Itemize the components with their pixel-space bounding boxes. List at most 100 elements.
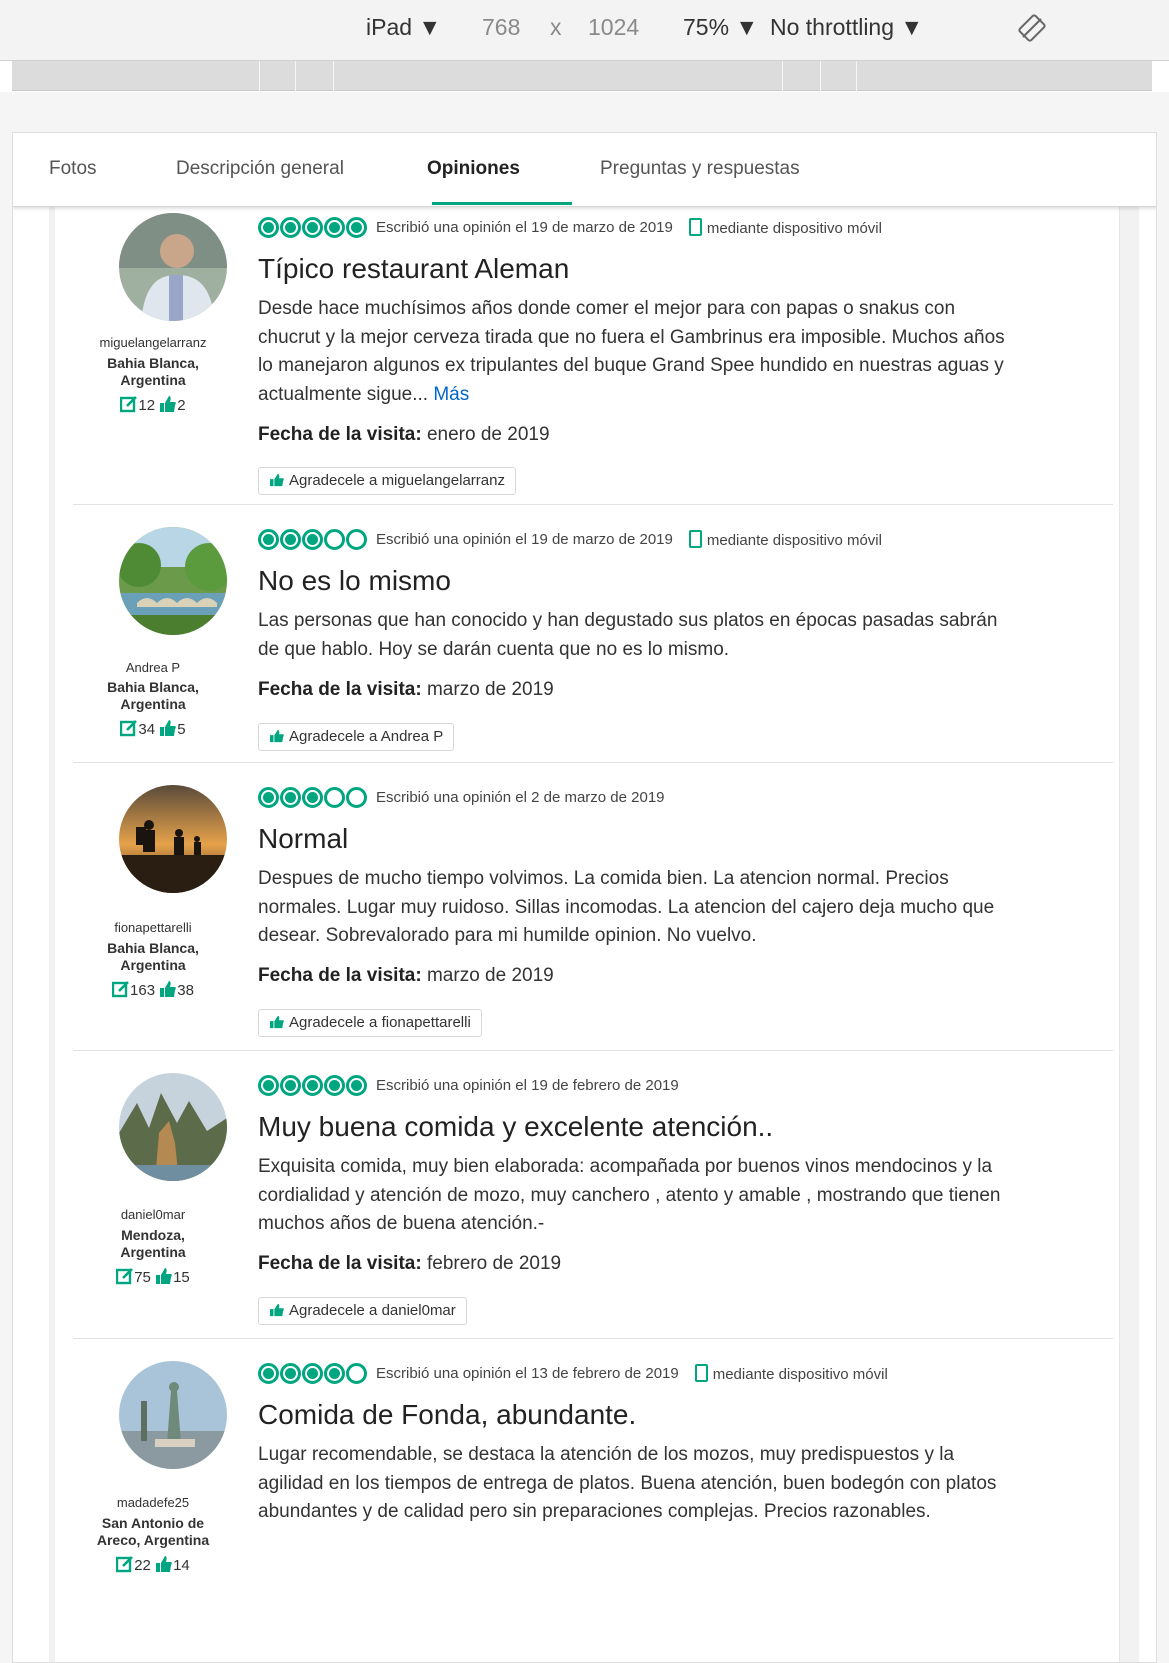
bubble-filled-icon xyxy=(258,1075,279,1096)
bubble-filled-icon xyxy=(302,1363,323,1384)
device-viewport: Fotos Descripción general Opiniones Preg… xyxy=(12,132,1157,1663)
review-title[interactable]: Muy buena comida y excelente atención.. xyxy=(258,1111,773,1143)
bubble-filled-icon xyxy=(258,1363,279,1384)
reviewer-location: Bahia Blanca, Argentina xyxy=(73,355,233,389)
visit-date: Fecha de la visita: enero de 2019 xyxy=(258,424,550,446)
reviewer-name[interactable]: madadefe25 xyxy=(73,1495,233,1510)
bubble-filled-icon xyxy=(346,1075,367,1096)
tab-opiniones[interactable]: Opiniones xyxy=(427,158,520,180)
helpful-votes-icon xyxy=(160,396,176,412)
reviewer-location-line: Bahia Blanca, xyxy=(107,355,199,371)
rating-line: Escribió una opinión el 19 de febrero de… xyxy=(258,1075,679,1101)
reviewer-name[interactable]: daniel0mar xyxy=(73,1207,233,1222)
helpful-count: 14 xyxy=(173,1557,190,1574)
bubble-filled-icon xyxy=(302,529,323,550)
reviewer-stats: 163 38 xyxy=(73,980,233,999)
review-title[interactable]: No es lo mismo xyxy=(258,565,451,597)
reviewer-name[interactable]: Andrea P xyxy=(73,660,233,675)
throttling-select[interactable]: No throttling ▼ xyxy=(770,14,923,41)
reviewer-name[interactable]: miguelangelarranz xyxy=(73,335,233,350)
review-text: Exquisita comida, muy bien elaborada: ac… xyxy=(258,1156,1001,1234)
tab-fotos[interactable]: Fotos xyxy=(49,158,97,180)
bubble-filled-icon xyxy=(280,787,301,808)
thank-reviewer-label: Agradecele a daniel0mar xyxy=(289,1302,456,1319)
review-item: daniel0mar Mendoza, Argentina 75 15 Escr… xyxy=(73,1051,1113,1339)
reviewer-location-line: Argentina xyxy=(120,696,186,712)
bubble-filled-icon xyxy=(346,217,367,238)
visit-date-label: Fecha de la visita: xyxy=(258,1253,422,1274)
page-margin xyxy=(49,207,55,1662)
reviewer-stats: 22 14 xyxy=(73,1555,233,1574)
review-text: Despues de mucho tiempo volvimos. La com… xyxy=(258,868,995,946)
thank-reviewer-label: Agradecele a miguelangelarranz xyxy=(289,472,505,489)
bubble-filled-icon xyxy=(280,1363,301,1384)
rating-line: Escribió una opinión el 19 de marzo de 2… xyxy=(258,217,882,243)
thumbs-up-icon xyxy=(270,1303,284,1317)
thank-reviewer-button[interactable]: Agradecele a fionapettarelli xyxy=(258,1009,482,1037)
bubble-filled-icon xyxy=(324,1363,345,1384)
visit-date-value: febrero de 2019 xyxy=(426,1253,562,1274)
bubble-filled-icon xyxy=(280,1075,301,1096)
bubble-empty-icon xyxy=(346,529,367,550)
zoom-select[interactable]: 75% ▼ xyxy=(683,14,758,41)
reviewer-location: San Antonio de Areco, Argentina xyxy=(73,1515,233,1549)
review-count: 12 xyxy=(138,397,156,414)
review-count: 22 xyxy=(134,1557,151,1574)
review-item: Andrea P Bahia Blanca, Argentina 34 5 Es… xyxy=(73,505,1113,763)
mobile-badge-label: mediante dispositivo móvil xyxy=(706,532,882,549)
bubble-empty-icon xyxy=(324,787,345,808)
mobile-phone-icon xyxy=(688,218,702,236)
viewport-height-input[interactable]: 1024 xyxy=(588,14,639,41)
avatar xyxy=(119,1073,227,1181)
bubble-rating xyxy=(258,1363,368,1384)
device-select[interactable]: iPad ▼ xyxy=(366,14,441,41)
review-date: Escribió una opinión el 13 de febrero de… xyxy=(376,1365,679,1382)
tab-descripcion-general[interactable]: Descripción general xyxy=(176,158,344,180)
dimension-separator: x xyxy=(550,14,562,40)
mobile-badge-label: mediante dispositivo móvil xyxy=(706,220,882,237)
review-count: 163 xyxy=(130,982,156,999)
bubble-filled-icon xyxy=(280,529,301,550)
section-tabs: Fotos Descripción general Opiniones Preg… xyxy=(13,133,1156,207)
thumbs-up-icon xyxy=(270,473,284,487)
helpful-votes-icon xyxy=(156,1556,172,1572)
rotate-icon[interactable] xyxy=(1018,14,1046,42)
bubble-filled-icon xyxy=(324,1075,345,1096)
bubble-rating xyxy=(258,787,368,808)
reviewer-location-line: Bahia Blanca, xyxy=(107,940,199,956)
thank-reviewer-button[interactable]: Agradecele a Andrea P xyxy=(258,723,455,751)
thank-reviewer-button[interactable]: Agradecele a daniel0mar xyxy=(258,1297,467,1325)
mobile-badge: mediante dispositivo móvil xyxy=(688,530,882,549)
bubble-filled-icon xyxy=(324,217,345,238)
review-title[interactable]: Típico restaurant Aleman xyxy=(258,253,569,285)
reviewer-location-line: Argentina xyxy=(120,372,186,388)
bubble-empty-icon xyxy=(346,787,367,808)
review-count-icon xyxy=(120,396,138,413)
review-title[interactable]: Comida de Fonda, abundante. xyxy=(258,1399,636,1431)
reviewer-location: Bahia Blanca, Argentina xyxy=(73,940,233,974)
active-tab-indicator xyxy=(432,202,572,205)
review-date: Escribió una opinión el 19 de febrero de… xyxy=(376,1077,679,1094)
review-text: Desde hace muchísimos años donde comer e… xyxy=(258,295,1018,409)
review-count-icon xyxy=(116,1268,134,1285)
bubble-empty-icon xyxy=(346,1363,367,1384)
helpful-count: 38 xyxy=(177,982,194,999)
bubble-rating xyxy=(258,529,368,550)
tab-preguntas-y-respuestas[interactable]: Preguntas y respuestas xyxy=(600,158,800,180)
viewport-width-input[interactable]: 768 xyxy=(482,14,520,41)
mobile-badge: mediante dispositivo móvil xyxy=(694,1364,888,1383)
helpful-count: 5 xyxy=(177,721,186,738)
visit-date: Fecha de la visita: marzo de 2019 xyxy=(258,679,554,701)
reviewer-location-line: Mendoza, xyxy=(121,1227,185,1243)
reviewer-name[interactable]: fionapettarelli xyxy=(73,920,233,935)
review-title[interactable]: Normal xyxy=(258,823,348,855)
mobile-phone-icon xyxy=(688,530,702,548)
thank-reviewer-button[interactable]: Agradecele a miguelangelarranz xyxy=(258,467,516,495)
bubble-filled-icon xyxy=(280,217,301,238)
helpful-votes-icon xyxy=(160,720,176,736)
visit-date-value: enero de 2019 xyxy=(426,424,550,445)
more-link[interactable]: Más xyxy=(433,384,469,405)
review-text: Lugar recomendable, se destaca la atenci… xyxy=(258,1444,997,1522)
reviewer-location-line: San Antonio de xyxy=(101,1515,205,1531)
visit-date: Fecha de la visita: marzo de 2019 xyxy=(258,965,554,987)
